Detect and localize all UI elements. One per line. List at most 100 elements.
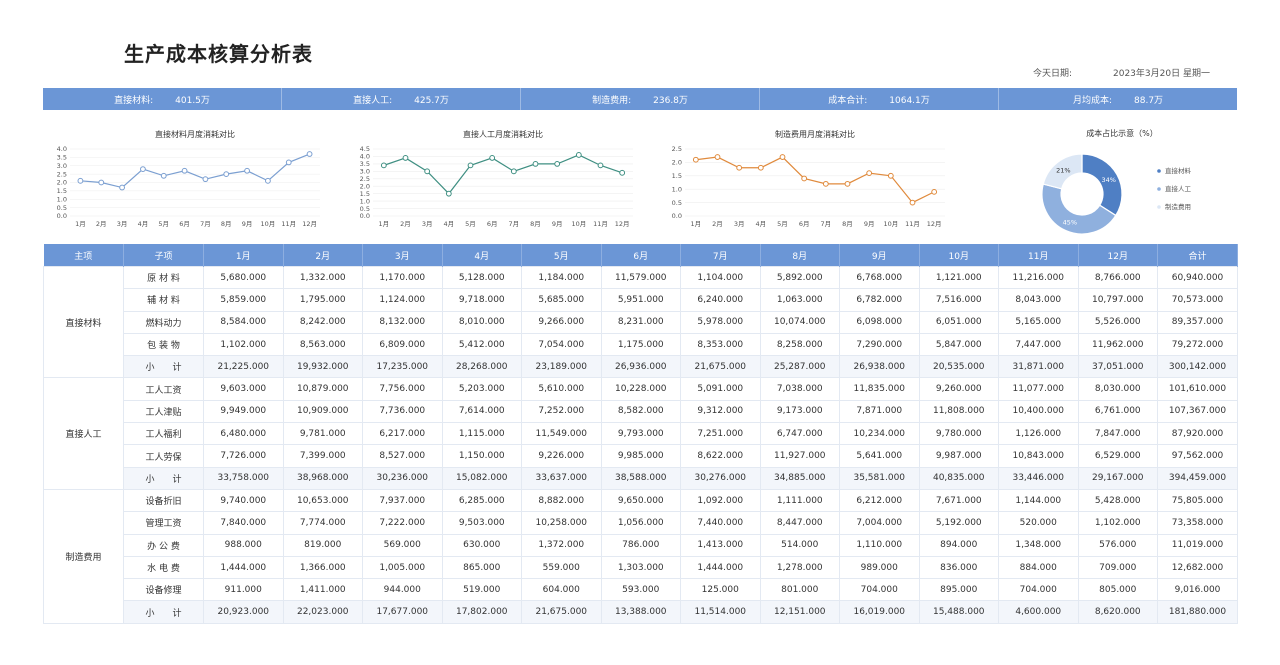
sub-item-cell: 小 计 <box>123 600 204 624</box>
value-cell: 9,985.000 <box>600 444 681 468</box>
x-tick-label: 7月 <box>509 220 520 228</box>
value-cell: 79,272.000 <box>1157 332 1238 357</box>
x-tick-label: 2月 <box>712 220 723 228</box>
value-cell: 34,885.000 <box>759 466 840 490</box>
value-cell: 6,809.000 <box>362 332 443 357</box>
value-cell: 8,258.000 <box>759 332 840 357</box>
value-cell: 1,056.000 <box>600 511 681 535</box>
value-cell: 9,016.000 <box>1157 578 1238 602</box>
value-cell: 5,091.000 <box>680 377 761 401</box>
summary-label: 制造费用: <box>592 95 632 106</box>
sub-item-cell: 设备折旧 <box>123 488 204 513</box>
value-cell: 11,579.000 <box>600 265 681 290</box>
value-cell: 7,671.000 <box>918 488 999 513</box>
sub-item-cell: 工人福利 <box>123 422 204 446</box>
value-cell: 6,217.000 <box>362 422 443 446</box>
value-cell: 37,051.000 <box>1077 355 1158 379</box>
data-point <box>77 177 84 184</box>
value-cell: 10,228.000 <box>600 377 681 401</box>
x-tick-label: 1月 <box>379 220 390 228</box>
x-tick-label: 6月 <box>179 220 190 228</box>
value-cell: 5,951.000 <box>600 288 681 312</box>
x-tick-label: 8月 <box>530 220 541 228</box>
value-cell: 5,165.000 <box>998 310 1079 334</box>
value-cell: 1,121.000 <box>918 265 999 290</box>
column-header: 8月 <box>760 244 840 267</box>
value-cell: 7,399.000 <box>282 444 363 468</box>
value-cell: 33,637.000 <box>521 466 602 490</box>
y-tick-label: 2.5 <box>360 175 370 183</box>
value-cell: 7,774.000 <box>282 511 363 535</box>
chart-title: 制造费用月度消耗对比 <box>775 129 855 139</box>
column-header: 11月 <box>998 244 1079 267</box>
value-cell: 33,446.000 <box>998 466 1079 490</box>
value-cell: 9,650.000 <box>600 488 681 513</box>
legend-label: 直接人工 <box>1165 184 1192 193</box>
value-cell: 35,581.000 <box>839 466 920 490</box>
value-cell: 1,005.000 <box>362 555 443 580</box>
date-label: 今天日期: <box>1033 69 1073 79</box>
value-cell: 6,051.000 <box>918 310 999 334</box>
value-cell: 6,782.000 <box>839 288 920 312</box>
value-cell: 7,440.000 <box>680 511 761 535</box>
value-cell: 31,871.000 <box>998 355 1079 379</box>
x-tick-label: 7月 <box>200 220 211 228</box>
value-cell: 6,098.000 <box>839 310 920 334</box>
value-cell: 1,111.000 <box>759 488 840 513</box>
y-tick-label: 2.0 <box>360 182 370 190</box>
value-cell: 704.000 <box>839 578 920 602</box>
slice-label: 34% <box>1102 176 1116 184</box>
value-cell: 6,240.000 <box>680 288 761 312</box>
summary-label: 月均成本: <box>1072 95 1112 106</box>
summary-label: 直接材料: <box>114 95 154 106</box>
value-cell: 22,023.000 <box>282 600 363 624</box>
value-cell: 10,400.000 <box>998 399 1079 424</box>
value-cell: 1,348.000 <box>998 533 1079 557</box>
data-point <box>909 199 916 206</box>
data-point <box>532 160 539 167</box>
value-cell: 5,685.000 <box>521 288 602 312</box>
value-cell: 8,010.000 <box>441 310 522 334</box>
value-cell: 8,766.000 <box>1077 265 1158 290</box>
column-header: 合计 <box>1157 244 1238 267</box>
x-tick-label: 12月 <box>927 220 942 228</box>
value-cell: 1,278.000 <box>759 555 840 580</box>
column-header: 12月 <box>1078 244 1158 267</box>
summary-label: 直接人工: <box>353 95 393 106</box>
summary-bar: 直接材料: 401.5万 直接人工: 425.7万 制造费用: 236.8万 成本合计… <box>43 88 1237 110</box>
value-cell: 1,303.000 <box>600 555 681 580</box>
y-tick-label: 0.5 <box>57 204 67 212</box>
x-tick-label: 3月 <box>117 220 128 228</box>
value-cell: 10,234.000 <box>839 422 920 446</box>
value-cell: 5,203.000 <box>441 377 522 401</box>
y-tick-label: 0.0 <box>57 212 67 220</box>
y-tick-label: 0.0 <box>360 212 370 220</box>
value-cell: 514.000 <box>759 533 840 557</box>
value-cell: 26,938.000 <box>839 355 920 379</box>
x-tick-label: 6月 <box>487 220 498 228</box>
value-cell: 7,726.000 <box>203 444 284 468</box>
data-point <box>554 160 561 167</box>
table-row: 办 公 费 988.000 819.000 569.000 630.000 1,372.0… <box>44 533 1238 557</box>
value-cell: 10,843.000 <box>998 444 1079 468</box>
x-tick-label: 7月 <box>821 220 832 228</box>
x-tick-label: 12月 <box>302 220 317 228</box>
sub-item-cell: 原 材 料 <box>123 265 204 290</box>
x-tick-label: 1月 <box>691 220 702 228</box>
value-cell: 1,124.000 <box>362 288 443 312</box>
summary-labor: 直接人工: 425.7万 <box>282 88 521 110</box>
value-cell: 7,447.000 <box>998 332 1079 357</box>
table-row: 管理工资 7,840.000 7,774.000 7,222.000 9,503.000… <box>44 511 1238 535</box>
value-cell: 1,444.000 <box>680 555 761 580</box>
value-cell: 33,758.000 <box>203 466 284 490</box>
y-tick-label: 4.0 <box>57 145 67 153</box>
data-point <box>575 152 582 158</box>
cost-table: 主项 子项 1月 2月 3月 4月 5月 6月 7月 8月 9月 10月 11月 12月 合计 直接材料原 … <box>43 244 1238 624</box>
sub-item-cell: 工人工资 <box>123 377 204 401</box>
slice-label: 45% <box>1063 218 1077 226</box>
x-tick-label: 11月 <box>281 220 296 228</box>
value-cell: 8,447.000 <box>759 511 840 535</box>
y-tick-label: 3.5 <box>360 160 370 168</box>
group-name-cell: 直接材料 <box>43 265 124 379</box>
value-cell: 519.000 <box>441 578 522 602</box>
